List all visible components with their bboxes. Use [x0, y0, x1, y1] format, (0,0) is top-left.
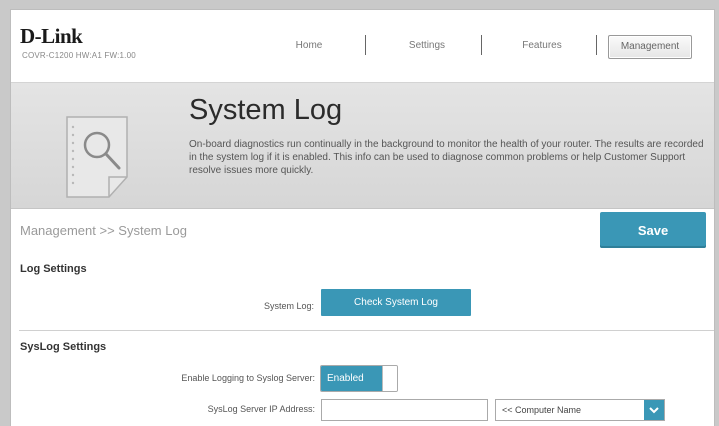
nav-management[interactable]: Management [608, 35, 692, 59]
page-description: On-board diagnostics run continually in … [189, 139, 704, 176]
router-admin-page: D-Link COVR-C1200 HW:A1 FW:1.00 Home Set… [10, 9, 715, 426]
toggle-state-label: Enabled [321, 366, 382, 391]
nav-divider [596, 35, 597, 55]
syslog-settings-heading: SysLog Settings [20, 341, 107, 353]
toggle-knob [382, 366, 397, 391]
nav-settings[interactable]: Settings [392, 35, 462, 57]
nav-divider [365, 35, 366, 55]
enable-logging-label: Enable Logging to Syslog Server: [181, 373, 315, 383]
section-divider [19, 330, 714, 331]
nav-divider [481, 35, 482, 55]
syslog-ip-input[interactable] [321, 399, 488, 421]
nav-home[interactable]: Home [279, 35, 339, 57]
enable-logging-toggle[interactable]: Enabled [320, 365, 398, 392]
dlink-logo: D-Link [20, 24, 83, 48]
nav-features[interactable]: Features [507, 35, 577, 57]
breadcrumb: Management >> System Log [20, 223, 187, 238]
log-settings-heading: Log Settings [20, 263, 87, 275]
save-button[interactable]: Save [600, 212, 706, 248]
document-magnifier-icon [66, 116, 128, 198]
page-banner: System Log On-board diagnostics run cont… [11, 83, 714, 209]
model-info: COVR-C1200 HW:A1 FW:1.00 [22, 51, 136, 60]
computer-name-selected: << Computer Name [502, 405, 582, 415]
header-bar: D-Link COVR-C1200 HW:A1 FW:1.00 Home Set… [11, 10, 714, 83]
syslog-ip-label: SysLog Server IP Address: [207, 404, 315, 414]
computer-name-select[interactable]: << Computer Name [495, 399, 665, 421]
chevron-down-icon[interactable] [644, 400, 664, 420]
page-title: System Log [189, 94, 343, 126]
system-log-label: System Log: [263, 301, 314, 311]
check-system-log-button[interactable]: Check System Log [321, 289, 471, 316]
